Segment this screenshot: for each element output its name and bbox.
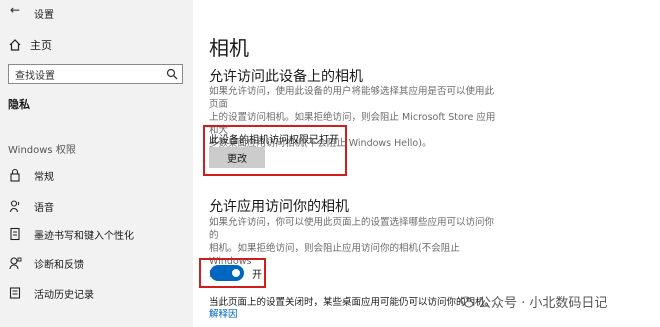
search-placeholder: 查找设置 <box>15 70 55 82</box>
app-access-toggle[interactable] <box>210 265 244 281</box>
nav-home[interactable]: 主页 <box>8 36 52 54</box>
toggle-label: 开 <box>252 270 262 281</box>
change-button[interactable]: 更改 <box>209 147 265 168</box>
page-title: 相机 <box>209 36 249 60</box>
sidebar-item-inking[interactable]: 墨迹书写和键入个性化 <box>8 225 134 243</box>
nav-home-label: 主页 <box>30 39 52 52</box>
device-access-status: 此设备的相机访问权限已打开 <box>209 135 339 146</box>
toggle-knob <box>232 269 240 277</box>
sidebar-item-general[interactable]: 常规 <box>8 166 54 184</box>
sidebar: ← 设置 主页 查找设置 隐私 Windows 权限 常规 语音 墨迹书写和键入… <box>0 0 193 327</box>
sidebar-item-label: 语音 <box>34 202 54 214</box>
wechat-icon <box>460 295 474 308</box>
description-line: 如果允许访问，使用此设备的用户将能够选择其应用是否可以使用此页面 <box>209 86 495 110</box>
search-input[interactable]: 查找设置 <box>8 64 183 84</box>
device-access-heading: 允许访问此设备上的相机 <box>209 69 363 85</box>
lock-icon <box>8 168 22 182</box>
sidebar-item-speech[interactable]: 语音 <box>8 197 54 215</box>
sidebar-item-label: 诊断和反馈 <box>34 259 84 271</box>
sidebar-item-label: 活动历史记录 <box>34 289 94 301</box>
sidebar-item-diagnostics[interactable]: 诊断和反馈 <box>8 254 84 272</box>
section-privacy: 隐私 <box>8 98 30 111</box>
home-icon <box>9 39 21 51</box>
feedback-icon <box>8 256 22 270</box>
main-content: 相机 允许访问此设备上的相机 如果允许访问，使用此设备的用户将能够选择其应用是否… <box>193 0 660 327</box>
watermark: 公众号 · 小北数码日记 <box>460 292 607 311</box>
speech-icon <box>8 199 22 213</box>
section-windows-permissions: Windows 权限 <box>8 145 76 156</box>
window-title: 设置 <box>34 10 54 21</box>
watermark-text: 公众号 · 小北数码日记 <box>478 296 608 311</box>
back-arrow-icon[interactable]: ← <box>10 3 20 17</box>
sidebar-item-label: 常规 <box>34 171 54 183</box>
sidebar-item-label: 墨迹书写和键入个性化 <box>34 230 134 242</box>
app-access-heading: 允许应用访问你的相机 <box>209 199 349 215</box>
history-icon <box>8 286 22 300</box>
description-line: 如果允许访问，你可以使用此页面上的设置选择哪些应用可以访问你的 <box>209 217 495 241</box>
learn-more-link[interactable]: 解释因 <box>209 306 238 320</box>
note-text: 当此页面上的设置关闭时，某些桌面应用可能仍可以访问你的相机。 <box>209 297 495 308</box>
pen-icon <box>8 227 22 241</box>
search-icon[interactable] <box>162 65 182 83</box>
sidebar-item-activity-history[interactable]: 活动历史记录 <box>8 284 94 302</box>
